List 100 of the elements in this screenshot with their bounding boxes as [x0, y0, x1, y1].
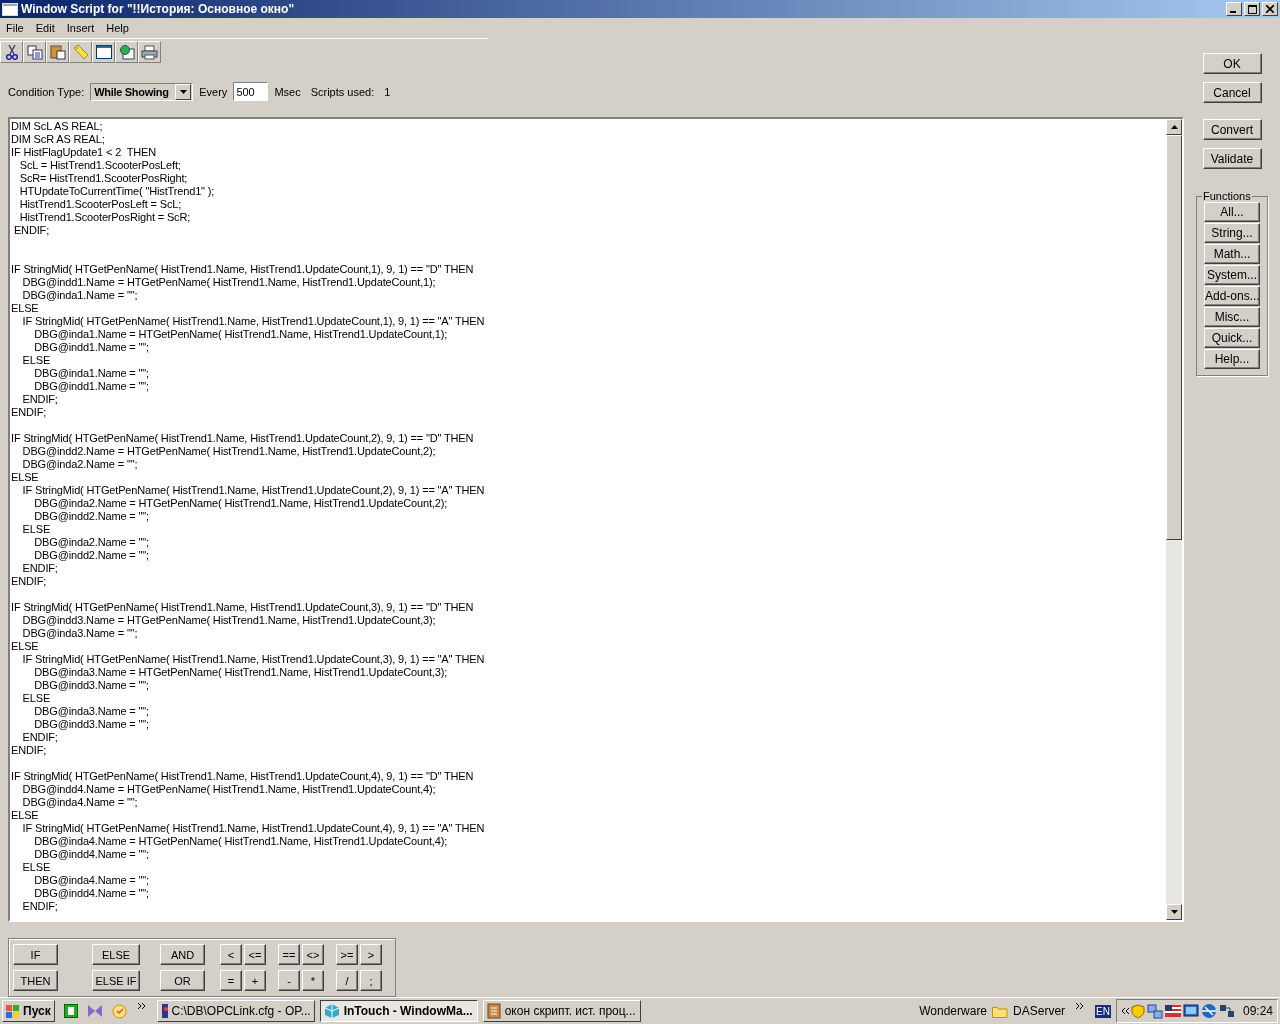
scroll-down-icon[interactable]: [1170, 910, 1178, 915]
code-line: IF StringMid( HTGetPenName( HistTrend1.Name, HistTrend1.UpdateCount,4), 9, 1) == "A" THEN: [21, 822, 486, 836]
toolbar-button[interactable]: [115, 41, 138, 63]
keypad-button[interactable]: >: [360, 944, 382, 966]
chevron-icon[interactable]: [1120, 1008, 1129, 1014]
bowtie-icon[interactable]: [86, 1004, 103, 1018]
code-line: DBG@indd1.Name = HTGetPenName( HistTrend1.Name, HistTrend1.UpdateCount,1);: [21, 276, 437, 290]
toolbar-button[interactable]: [0, 41, 23, 63]
function-button[interactable]: Misc...: [1204, 307, 1260, 327]
code-line: ENDIF;: [11, 744, 48, 758]
function-button[interactable]: Quick...: [1204, 328, 1260, 348]
condition-type-dropdown[interactable]: While Showing: [90, 82, 194, 101]
dialog-button[interactable]: Convert: [1202, 119, 1262, 140]
flag-icon[interactable]: [1164, 1005, 1181, 1017]
chevron-icon[interactable]: [137, 1003, 146, 1009]
code-line: DBG@indd3.Name = "";: [33, 679, 150, 693]
code-line: DBG@inda4.Name = HTGetPenName( HistTrend1.Name, HistTrend1.UpdateCount,4);: [33, 835, 449, 849]
scrollbar[interactable]: [1166, 119, 1182, 921]
code-line: IF StringMid( HTGetPenName( HistTrend1.Name, HistTrend1.UpdateCount,4), 9, 1) == "D" THEN: [11, 770, 475, 784]
keypad-button[interactable]: <: [220, 944, 242, 966]
keypad-button[interactable]: >=: [336, 944, 358, 966]
keypad-button[interactable]: THEN: [13, 970, 58, 992]
keypad-button[interactable]: *: [302, 970, 324, 992]
script-editor[interactable]: [8, 117, 1184, 923]
code-line: ELSE: [11, 302, 40, 316]
keypad-button[interactable]: ELSE IF: [92, 970, 140, 992]
menu-item[interactable]: File: [0, 22, 30, 34]
toolbar-button[interactable]: [23, 41, 46, 63]
keypad-button[interactable]: ELSE: [92, 944, 140, 966]
taskbar-task[interactable]: C:\DB\OPCLink.cfg - OP...: [156, 1000, 315, 1022]
keypad-button[interactable]: <=: [244, 944, 266, 966]
toolbar-label[interactable]: Wonderware: [919, 1004, 988, 1018]
keypad-button[interactable]: ==: [278, 944, 300, 966]
keypad-button[interactable]: -: [278, 970, 300, 992]
condition-type-label: Condition Type:: [8, 85, 85, 98]
globe-icon[interactable]: [1200, 1003, 1217, 1019]
dialog-button[interactable]: Validate: [1202, 148, 1262, 169]
maximize-button[interactable]: [1244, 2, 1260, 16]
interval-field[interactable]: 500: [233, 82, 269, 102]
function-button[interactable]: All...: [1204, 202, 1260, 222]
code-line: IF StringMid( HTGetPenName( HistTrend1.Name, HistTrend1.UpdateCount,3), 9, 1) == "D" THEN: [11, 601, 475, 615]
menu-item[interactable]: Edit: [29, 22, 61, 34]
code-line: IF StringMid( HTGetPenName( HistTrend1.Name, HistTrend1.UpdateCount,1), 9, 1) == "D" THEN: [11, 263, 475, 277]
code-line: ENDIF;: [11, 406, 48, 420]
window-icon: [95, 45, 112, 59]
start-button[interactable]: Пуск: [2, 1000, 55, 1022]
screen-icon[interactable]: [1182, 1003, 1199, 1019]
code-line: DBG@indd1.Name = "";: [33, 341, 150, 355]
close-button[interactable]: [1262, 2, 1278, 16]
function-button[interactable]: Help...: [1204, 349, 1260, 369]
code-line: DBG@indd4.Name = HTGetPenName( HistTrend1.Name, HistTrend1.UpdateCount,4);: [21, 783, 437, 797]
scripts-used-label: Scripts used:: [310, 85, 375, 98]
functions-label: Functions: [1202, 190, 1252, 202]
code-line: IF StringMid( HTGetPenName( HistTrend1.Name, HistTrend1.UpdateCount,2), 9, 1) == "A" THEN: [21, 484, 486, 498]
minimize-button[interactable]: [1226, 2, 1242, 16]
function-button[interactable]: Add-ons...: [1204, 286, 1260, 306]
dialog-button[interactable]: OK: [1202, 53, 1262, 74]
code-line: ELSE: [21, 861, 52, 875]
keypad-button[interactable]: +: [244, 970, 266, 992]
toolbar-button[interactable]: [92, 41, 115, 63]
dropdown-arrow-icon: [179, 89, 187, 94]
keypad-button[interactable]: <>: [302, 944, 324, 966]
menu-item[interactable]: Insert: [60, 22, 101, 34]
scroll-up-icon[interactable]: [1170, 125, 1178, 130]
code-line: IF StringMid( HTGetPenName( HistTrend1.Name, HistTrend1.UpdateCount,1), 9, 1) == "A" THEN: [21, 315, 486, 329]
keypad-button[interactable]: IF: [13, 944, 58, 966]
toolbar-label[interactable]: DAServer: [1013, 1004, 1066, 1018]
keypad-button[interactable]: ;: [360, 970, 382, 992]
function-button[interactable]: String...: [1204, 223, 1260, 243]
code-line: DBG@inda2.Name = "";: [21, 458, 139, 472]
code-line: ScL = HistTrend1.ScooterPosLeft;: [18, 159, 182, 173]
keypad-button[interactable]: =: [220, 970, 242, 992]
code-line: DBG@inda3.Name = "";: [33, 705, 150, 719]
app-launcher-icon[interactable]: [63, 1004, 78, 1018]
keypad-button[interactable]: /: [336, 970, 358, 992]
code-line: DBG@inda4.Name = "";: [21, 796, 139, 810]
keypad-button[interactable]: AND: [160, 944, 205, 966]
chevron-icon[interactable]: [1076, 1003, 1085, 1009]
code-line: DBG@inda1.Name = HTGetPenName( HistTrend1.Name, HistTrend1.UpdateCount,1);: [33, 328, 449, 342]
keypad-button[interactable]: OR: [160, 970, 205, 992]
code-line: DBG@inda4.Name = "";: [33, 874, 150, 888]
function-button[interactable]: Math...: [1204, 244, 1260, 264]
dialog-button[interactable]: Cancel: [1202, 82, 1262, 103]
code-line: ELSE: [11, 640, 40, 654]
clock-text: 09:24: [1242, 1004, 1273, 1018]
clock-icon[interactable]: [111, 1003, 127, 1019]
language-indicator[interactable]: EN: [1095, 1004, 1111, 1018]
code-line: IF HistFlagUpdate1 < 2 THEN: [11, 146, 158, 160]
taskbar-task[interactable]: окон скрипт. ист. проц...: [482, 1000, 641, 1022]
code-line: IF StringMid( HTGetPenName( HistTrend1.Name, HistTrend1.UpdateCount,3), 9, 1) == "A" THEN: [21, 653, 486, 667]
menu-item[interactable]: Help: [100, 22, 135, 34]
tag-icon: [72, 44, 89, 60]
taskbar-task[interactable]: InTouch - WindowMa...: [319, 1000, 478, 1022]
function-button[interactable]: System...: [1204, 265, 1260, 285]
maximize-icon: [1247, 4, 1257, 14]
copy-icon: [26, 44, 43, 60]
code-line: DBG@indd2.Name = HTGetPenName( HistTrend1.Name, HistTrend1.UpdateCount,2);: [21, 445, 437, 459]
toolbar-button[interactable]: [46, 41, 69, 63]
code-line: DBG@indd1.Name = "";: [33, 380, 150, 394]
code-line: HistTrend1.ScooterPosRight = ScR;: [18, 211, 192, 225]
